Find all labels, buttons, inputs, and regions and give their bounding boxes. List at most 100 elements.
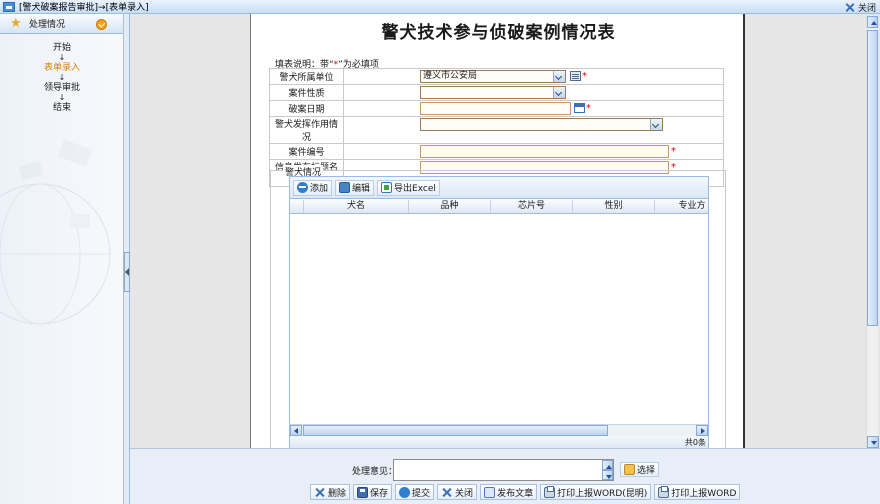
sidebar: ★ 处理情况 开始 ↓ 表单录入 ↓ 领导审批 ↓ 结束	[0, 14, 124, 504]
dog-info-fieldset: 警犬情况 添加 编辑 导出Excel 犬名 品种 芯片号 性别 专业方 共0条	[270, 165, 726, 448]
column-header-chip[interactable]: 芯片号	[491, 200, 573, 213]
spin-down-icon[interactable]	[602, 470, 613, 480]
field-label: 案件编号	[269, 143, 344, 160]
field-row-case-number: 案件编号 *	[269, 143, 724, 160]
publish-label: 发布文章	[497, 488, 534, 499]
submit-button[interactable]: 提交	[395, 484, 435, 500]
field-value-cell: *	[343, 100, 724, 117]
chevron-down-icon[interactable]	[553, 87, 565, 98]
print-word-kunming-button[interactable]: 打印上报WORD(昆明)	[540, 484, 652, 500]
print-label: 打印上报WORD	[671, 488, 737, 499]
unit-select-value: 遵义市公安局	[423, 71, 478, 81]
delete-icon	[314, 487, 326, 498]
window-close-button[interactable]: 关闭	[844, 1, 876, 14]
step-arrow: ↓	[58, 73, 66, 82]
close-label: 关闭	[455, 488, 474, 499]
save-label: 保存	[370, 488, 389, 499]
field-label: 案件性质	[269, 84, 344, 101]
close-button[interactable]: 关闭	[437, 484, 478, 500]
column-header-gender[interactable]: 性别	[573, 200, 655, 213]
window-title: [警犬破案报告审批]→[表单录入]	[19, 3, 149, 13]
unit-select[interactable]: 遵义市公安局	[420, 70, 566, 83]
dog-role-select[interactable]	[420, 118, 663, 131]
export-excel-button[interactable]: 导出Excel	[377, 179, 440, 196]
column-header[interactable]	[290, 200, 304, 213]
main-content: 警犬技术参与侦破案例情况表 填表说明：带“*”为必填项 警犬所属单位 遵义市公安…	[130, 14, 880, 448]
required-mark: *	[586, 103, 591, 114]
scroll-up-arrow-icon[interactable]	[867, 16, 878, 28]
publish-article-button[interactable]: 发布文章	[480, 484, 538, 500]
field-value-cell: *	[343, 143, 724, 160]
field-value-cell: 遵义市公安局 *	[343, 68, 724, 85]
column-header-specialty[interactable]: 专业方	[655, 200, 708, 213]
grid-toolbar: 添加 编辑 导出Excel	[290, 177, 708, 199]
required-mark: *	[671, 146, 676, 157]
add-icon	[297, 182, 308, 193]
step-end: 结束	[52, 103, 71, 113]
field-row-case-nature: 案件性质	[269, 84, 724, 101]
scroll-right-arrow-icon[interactable]	[696, 425, 708, 436]
action-panel: 处理意见： 选择 删除 保存 提交 关闭 发布文章 打印上报WORD(昆明) 打…	[130, 448, 880, 504]
sidebar-header: ★ 处理情况	[0, 14, 123, 34]
print-icon	[658, 485, 670, 498]
sidebar-title: 处理情况	[29, 20, 66, 30]
field-value-cell	[343, 116, 724, 144]
scroll-thumb[interactable]	[303, 425, 608, 436]
main-vertical-scrollbar[interactable]	[866, 16, 879, 448]
grid-footer: 共0条	[290, 436, 708, 448]
close-icon	[844, 2, 856, 13]
publish-icon	[484, 486, 496, 498]
scroll-down-arrow-icon[interactable]	[867, 436, 879, 448]
submit-icon	[399, 486, 411, 498]
field-value-cell	[343, 84, 724, 101]
spin-up-icon[interactable]	[602, 460, 613, 470]
field-label: 破案日期	[269, 100, 344, 117]
delete-label: 删除	[328, 488, 347, 499]
edit-icon	[339, 182, 351, 193]
scroll-thumb[interactable]	[867, 30, 878, 326]
chevron-down-icon[interactable]	[553, 71, 565, 82]
print-icon	[544, 485, 556, 498]
column-header-breed[interactable]: 品种	[409, 200, 491, 213]
chevron-down-icon[interactable]	[650, 119, 662, 130]
column-header-dog-name[interactable]: 犬名	[304, 200, 409, 213]
close-icon	[441, 487, 453, 498]
save-button[interactable]: 保存	[353, 484, 393, 500]
step-arrow: ↓	[58, 93, 66, 102]
field-row-role: 警犬发挥作用情况	[269, 116, 724, 144]
star-icon: ★	[10, 15, 22, 31]
decorative-globe-image	[0, 139, 111, 325]
export-label: 导出Excel	[394, 184, 436, 194]
excel-icon	[381, 182, 393, 193]
solve-date-input[interactable]	[420, 102, 571, 115]
field-label: 警犬发挥作用情况	[269, 116, 344, 144]
folder-icon	[624, 464, 635, 475]
choose-button[interactable]: 选择	[620, 462, 660, 477]
edit-label: 编辑	[352, 184, 371, 194]
add-label: 添加	[310, 184, 329, 194]
action-buttons: 删除 保存 提交 关闭 发布文章 打印上报WORD(昆明) 打印上报WORD	[310, 484, 741, 500]
grid-header: 犬名 品种 芯片号 性别 专业方	[290, 200, 708, 214]
print-word-button[interactable]: 打印上报WORD	[654, 484, 741, 500]
field-label: 警犬所属单位	[269, 68, 344, 85]
opinion-textarea[interactable]	[393, 459, 614, 481]
scroll-left-arrow-icon[interactable]	[290, 425, 302, 436]
print-kunming-label: 打印上报WORD(昆明)	[557, 488, 648, 499]
window-titlebar: [警犬破案报告审批]→[表单录入] 关闭	[0, 0, 880, 14]
grid-horizontal-scrollbar[interactable]	[290, 424, 708, 436]
edit-dog-button[interactable]: 编辑	[335, 179, 375, 196]
app-icon	[3, 1, 15, 12]
step-arrow: ↓	[58, 53, 66, 62]
delete-button[interactable]: 删除	[310, 484, 351, 500]
collapse-icon[interactable]	[96, 19, 107, 30]
case-number-input[interactable]	[420, 145, 669, 158]
opinion-spinner[interactable]	[602, 460, 613, 480]
form-paper: 警犬技术参与侦破案例情况表 填表说明：带“*”为必填项 警犬所属单位 遵义市公安…	[250, 14, 745, 448]
org-picker-icon[interactable]	[570, 71, 581, 81]
calendar-icon[interactable]	[574, 103, 585, 113]
workflow-steps: 开始 ↓ 表单录入 ↓ 领导审批 ↓ 结束	[40, 42, 84, 114]
case-nature-select[interactable]	[420, 86, 566, 99]
add-dog-button[interactable]: 添加	[293, 179, 333, 196]
save-icon	[357, 486, 369, 498]
dog-grid: 添加 编辑 导出Excel 犬名 品种 芯片号 性别 专业方 共0条	[289, 176, 709, 448]
